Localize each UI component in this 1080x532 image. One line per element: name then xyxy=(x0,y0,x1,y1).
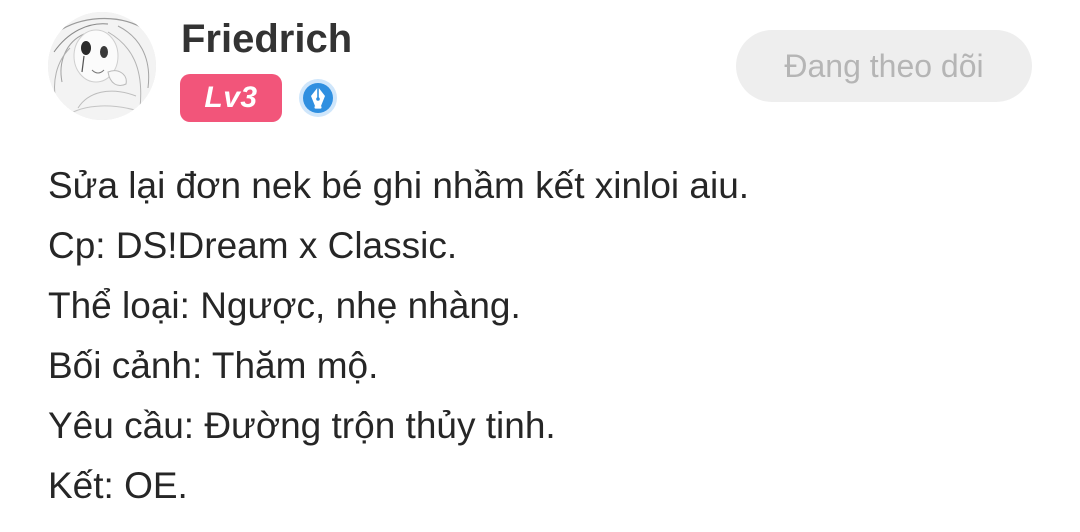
following-button[interactable]: Đang theo dõi xyxy=(736,30,1032,102)
author-name[interactable]: Friedrich xyxy=(181,16,352,62)
sketch-girl-avatar-icon xyxy=(48,12,156,120)
content-line: Yêu cầu: Đường trộn thủy tinh. xyxy=(48,405,556,446)
post-card: Friedrich Lv3 Đang theo dõi Sửa lại đơn … xyxy=(0,0,1080,532)
content-line: Thể loại: Ngược, nhẹ nhàng. xyxy=(48,285,521,326)
author-avatar[interactable] xyxy=(48,12,156,120)
content-line: Sửa lại đơn nek bé ghi nhầm kết xinloi a… xyxy=(48,165,750,206)
post-content: Sửa lại đơn nek bé ghi nhầm kết xinloi a… xyxy=(48,156,1048,516)
content-line: Cp: DS!Dream x Classic. xyxy=(48,225,458,266)
content-line: Kết: OE. xyxy=(48,465,188,506)
content-line: Bối cảnh: Thăm mộ. xyxy=(48,345,379,386)
level-badge: Lv3 xyxy=(180,74,282,122)
pen-nib-icon xyxy=(298,78,338,118)
